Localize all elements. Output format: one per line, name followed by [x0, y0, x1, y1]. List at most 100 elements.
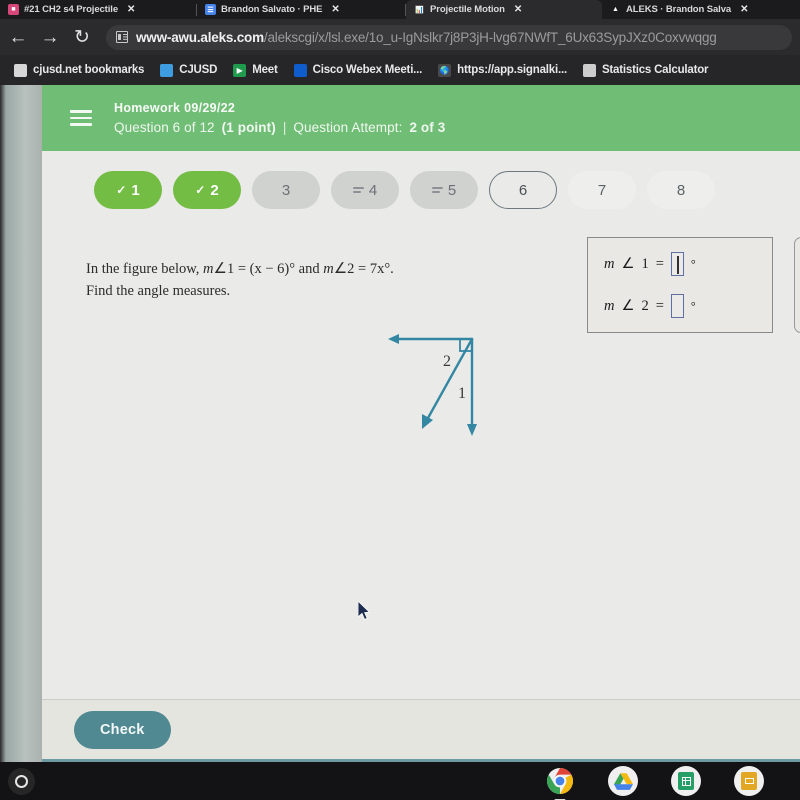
- assignment-title: Homework 09/29/22: [114, 101, 236, 115]
- lines-icon: [431, 187, 443, 193]
- bookmark-item[interactable]: cjusd.net bookmarks: [14, 63, 145, 77]
- back-button[interactable]: ←: [8, 28, 28, 47]
- m-symbol: m: [604, 255, 615, 272]
- header-titles: Homework 09/29/22 Question 6 of 12 (1 po…: [114, 101, 445, 135]
- status-divider: |: [282, 120, 287, 135]
- url-text: www-awu.aleks.com/alekscgi/x/lsl.exe/1o_…: [136, 30, 717, 45]
- browser-tab-2[interactable]: 📊 Projectile Motion ✕: [406, 0, 602, 19]
- question-pill-2[interactable]: ✓ 2: [173, 171, 241, 209]
- pill-number: 4: [368, 181, 378, 199]
- launcher-icon: [15, 774, 28, 788]
- question-text: In the figure below, m∠1 = (x − 6)° and …: [86, 257, 394, 303]
- site-info-icon[interactable]: [116, 31, 128, 43]
- horizontal-arrowhead: [388, 334, 399, 344]
- bookmark-item[interactable]: CJUSD: [160, 63, 217, 77]
- google-sheets-icon[interactable]: [671, 766, 701, 796]
- close-icon[interactable]: ✕: [331, 4, 339, 15]
- conjunction: and: [298, 261, 320, 277]
- check-bar: Check: [42, 699, 800, 759]
- bookmark-label: Meet: [252, 64, 278, 76]
- angle-figure-svg: 2 1: [388, 334, 477, 436]
- close-icon[interactable]: ✕: [514, 4, 522, 15]
- page-viewport: Homework 09/29/22 Question 6 of 12 (1 po…: [0, 85, 800, 762]
- check-icon: ✓: [116, 183, 127, 197]
- degree-symbol: °: [690, 256, 696, 271]
- docs-icon: ☰: [205, 4, 216, 15]
- question-pill-8[interactable]: 8: [647, 171, 715, 209]
- angle-symbol: ∠: [213, 259, 227, 277]
- bookmark-label: cjusd.net bookmarks: [33, 64, 145, 76]
- bookmark-item[interactable]: ▶ Meet: [233, 63, 278, 77]
- answer-box: m ∠ 1 = ° m ∠ 2 = °: [587, 237, 773, 333]
- question-line-1: In the figure below, m∠1 = (x − 6)° and …: [86, 257, 394, 280]
- pill-number: 2: [210, 181, 219, 199]
- equals-symbol: =: [655, 255, 664, 272]
- answer-row-2: m ∠ 2 = °: [604, 294, 772, 318]
- question-points: (1 point): [221, 120, 276, 135]
- bookmark-item[interactable]: 🌎 https://app.signalki...: [438, 63, 567, 77]
- angle-2-input[interactable]: [670, 294, 684, 318]
- system-shelf: [0, 762, 800, 800]
- drive-glyph: [613, 772, 633, 790]
- question-pill-5[interactable]: 5: [410, 171, 478, 209]
- google-slides-icon[interactable]: [734, 766, 764, 796]
- droplet-icon: [160, 63, 174, 77]
- bookmark-label: https://app.signalki...: [457, 64, 567, 76]
- bookmark-item[interactable]: Cisco Webex Meeti...: [293, 63, 423, 77]
- hamburger-menu-icon[interactable]: [70, 110, 92, 126]
- close-icon[interactable]: ✕: [740, 4, 748, 15]
- chrome-icon[interactable]: [545, 766, 575, 800]
- address-bar[interactable]: www-awu.aleks.com/alekscgi/x/lsl.exe/1o_…: [106, 24, 792, 50]
- calculator-icon: [582, 63, 596, 77]
- question-line-2: Find the angle measures.: [86, 283, 231, 300]
- question-body: In the figure below, m∠1 = (x − 6)° and …: [42, 229, 800, 699]
- pill-number: 3: [281, 181, 291, 199]
- diagonal-arrowhead: [422, 414, 433, 429]
- m-symbol: m: [323, 261, 334, 277]
- angle-number: 1: [641, 255, 649, 272]
- globe-icon: 🌎: [438, 63, 452, 77]
- degree-symbol: °: [690, 298, 696, 313]
- browser-tab-1[interactable]: ☰ Brandon Salvato · PHE ✕: [197, 0, 405, 19]
- pill-number: 1: [131, 181, 140, 199]
- bookmark-label: Cisco Webex Meeti...: [312, 64, 423, 76]
- side-panel-partial[interactable]: [794, 237, 800, 333]
- aleks-header: Homework 09/29/22 Question 6 of 12 (1 po…: [42, 85, 800, 151]
- m-symbol: m: [604, 297, 615, 314]
- pill-number: 8: [676, 181, 686, 199]
- angle-1-input[interactable]: [670, 252, 684, 276]
- question-pill-1[interactable]: ✓ 1: [94, 171, 162, 209]
- folder-icon: [14, 63, 27, 77]
- pill-number: 7: [597, 181, 607, 199]
- browser-tab-3[interactable]: ▲ ALEKS · Brandon Salva ✕: [602, 0, 798, 19]
- bookmark-item[interactable]: Statistics Calculator: [582, 63, 709, 77]
- question-pill-7[interactable]: 7: [568, 171, 636, 209]
- question-pill-3[interactable]: 3: [252, 171, 320, 209]
- close-icon[interactable]: ✕: [127, 4, 135, 15]
- launcher-button[interactable]: [8, 767, 35, 795]
- bookmark-label: Statistics Calculator: [601, 64, 709, 76]
- url-host: www-awu.aleks.com: [136, 29, 264, 45]
- browser-tab-0[interactable]: ■ #21 CH2 s4 Projectile ✕: [0, 0, 196, 19]
- figure-label-2: 2: [443, 353, 451, 370]
- question-pills: ✓ 1 ✓ 2 3 4 5 6 7 8: [42, 151, 800, 229]
- question-pill-4[interactable]: 4: [331, 171, 399, 209]
- answer-row-1: m ∠ 1 = °: [604, 252, 772, 276]
- angle-2-expression: 2 = 7x°.: [347, 261, 394, 277]
- check-button[interactable]: Check: [74, 710, 171, 749]
- aleks-page: Homework 09/29/22 Question 6 of 12 (1 po…: [42, 85, 800, 762]
- reload-button[interactable]: ↻: [72, 28, 92, 47]
- attempt-label: Question Attempt:: [293, 120, 403, 135]
- google-drive-icon[interactable]: [608, 766, 638, 796]
- angle-number: 2: [641, 297, 649, 314]
- forward-button[interactable]: →: [40, 28, 60, 47]
- webex-icon: [293, 63, 307, 77]
- check-icon: ✓: [195, 183, 206, 197]
- aleks-icon: ▲: [612, 6, 619, 13]
- browser-toolbar: ← → ↻ www-awu.aleks.com/alekscgi/x/lsl.e…: [0, 19, 800, 55]
- chart-icon: 📊: [414, 4, 425, 15]
- question-pill-6[interactable]: 6: [489, 171, 557, 209]
- pdf-icon: ■: [8, 4, 19, 15]
- tab-title: #21 CH2 s4 Projectile: [24, 4, 119, 15]
- left-gutter: [0, 85, 42, 762]
